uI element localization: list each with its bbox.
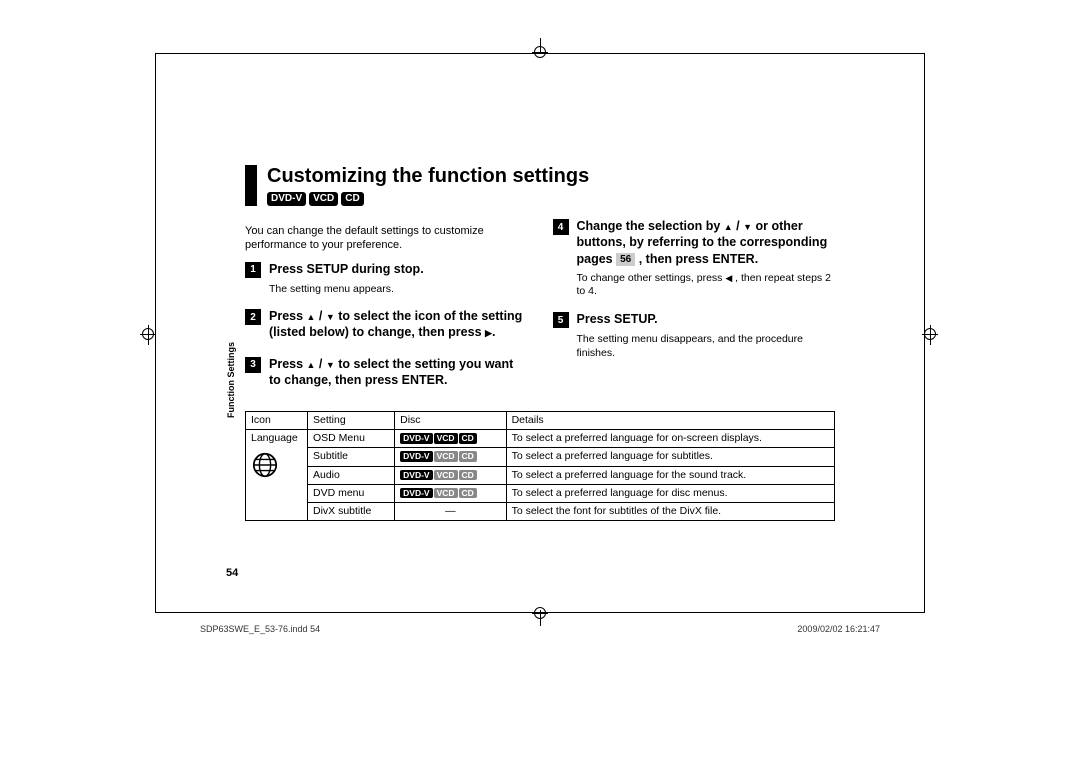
page-title: Customizing the function settings (267, 165, 835, 188)
badge-dvdv: DVD-V (400, 433, 432, 443)
details-cell: To select a preferred language for disc … (506, 484, 834, 502)
side-tab-label: Function Settings (226, 342, 236, 418)
step-1: 1 Press SETUP during stop. (245, 261, 528, 278)
badge-vcd: VCD (309, 192, 338, 206)
left-column: You can change the default settings to c… (245, 212, 528, 393)
title-bar: Customizing the function settings DVD-V … (245, 165, 835, 206)
step-text: Change the selection by ▲ / ▼ or other b… (577, 218, 836, 267)
globe-icon (251, 451, 279, 479)
badge-vcd-muted: VCD (434, 488, 458, 498)
details-cell: To select a preferred language for subti… (506, 448, 834, 466)
page-content: Customizing the function settings DVD-V … (245, 165, 835, 521)
disc-cell: DVD-VVCDCD (395, 484, 506, 502)
step-5: 5 Press SETUP. (553, 311, 836, 328)
step-number-icon: 5 (553, 312, 569, 328)
badge-dvdv: DVD-V (400, 451, 432, 461)
disc-cell: DVD-VVCDCD (395, 448, 506, 466)
registration-mark (534, 46, 546, 58)
table-header-row: Icon Setting Disc Details (246, 412, 835, 430)
footer-filename: SDP63SWE_E_53-76.indd 54 (200, 624, 320, 634)
right-triangle-icon: ▶ (485, 328, 492, 338)
step-number-icon: 4 (553, 219, 569, 235)
settings-table: Icon Setting Disc Details Language OSD M… (245, 411, 835, 521)
badge-cd: CD (341, 192, 363, 206)
badge-vcd-muted: VCD (434, 451, 458, 461)
step-3: 3 Press ▲ / ▼ to select the setting you … (245, 356, 528, 389)
badge-cd: CD (459, 433, 477, 443)
details-cell: To select the font for subtitles of the … (506, 502, 834, 520)
badge-cd-muted: CD (459, 470, 477, 480)
th-icon: Icon (246, 412, 308, 430)
group-label: Language (251, 432, 298, 444)
step-text: Press SETUP during stop. (269, 261, 424, 278)
disc-cell-dash: — (395, 502, 506, 520)
setting-cell: OSD Menu (308, 430, 395, 448)
registration-mark (534, 607, 546, 619)
step-2: 2 Press ▲ / ▼ to select the icon of the … (245, 308, 528, 341)
down-triangle-icon: ▼ (326, 312, 335, 322)
setting-cell: Audio (308, 466, 395, 484)
setting-cell: Subtitle (308, 448, 395, 466)
table-row: DivX subtitle — To select the font for s… (246, 502, 835, 520)
badge-vcd: VCD (434, 433, 458, 443)
badge-cd-muted: CD (459, 451, 477, 461)
icon-cell: Language (246, 430, 308, 521)
setting-cell: DivX subtitle (308, 502, 395, 520)
badge-vcd-muted: VCD (434, 470, 458, 480)
footer-timestamp: 2009/02/02 16:21:47 (797, 624, 880, 634)
step-text: Press ▲ / ▼ to select the setting you wa… (269, 356, 528, 389)
right-column: 4 Change the selection by ▲ / ▼ or other… (553, 212, 836, 393)
down-triangle-icon: ▼ (326, 360, 335, 370)
step-text: Press SETUP. (577, 311, 658, 328)
intro-text: You can change the default settings to c… (245, 224, 528, 253)
details-cell: To select a preferred language for on-sc… (506, 430, 834, 448)
disc-cell: DVD-VVCDCD (395, 430, 506, 448)
setting-cell: DVD menu (308, 484, 395, 502)
disc-cell: DVD-VVCDCD (395, 466, 506, 484)
table-row: Subtitle DVD-VVCDCD To select a preferre… (246, 448, 835, 466)
up-triangle-icon: ▲ (724, 222, 733, 232)
step-text: Press ▲ / ▼ to select the icon of the se… (269, 308, 528, 341)
table-row: DVD menu DVD-VVCDCD To select a preferre… (246, 484, 835, 502)
step-number-icon: 1 (245, 262, 261, 278)
page-number: 54 (226, 567, 238, 579)
th-details: Details (506, 412, 834, 430)
registration-mark (140, 334, 156, 335)
th-disc: Disc (395, 412, 506, 430)
badge-dvdv: DVD-V (400, 470, 432, 480)
badge-dvdv: DVD-V (267, 192, 306, 206)
details-cell: To select a preferred language for the s… (506, 466, 834, 484)
disc-format-badges: DVD-V VCD CD (267, 192, 835, 206)
table-row: Audio DVD-VVCDCD To select a preferred l… (246, 466, 835, 484)
page-footer: SDP63SWE_E_53-76.indd 54 2009/02/02 16:2… (200, 624, 880, 634)
step-number-icon: 2 (245, 309, 261, 325)
table-row: Language OSD Menu DVD-VVCDCD To select a… (246, 430, 835, 448)
registration-mark (922, 334, 938, 335)
step-number-icon: 3 (245, 357, 261, 373)
step-subtext: The setting menu disappears, and the pro… (577, 333, 836, 360)
page-reference-badge: 56 (616, 253, 635, 266)
th-setting: Setting (308, 412, 395, 430)
badge-cd-muted: CD (459, 488, 477, 498)
down-triangle-icon: ▼ (743, 222, 752, 232)
step-subtext: To change other settings, press ◀ , then… (577, 272, 836, 299)
badge-dvdv: DVD-V (400, 488, 432, 498)
step-4: 4 Change the selection by ▲ / ▼ or other… (553, 218, 836, 267)
step-subtext: The setting menu appears. (269, 283, 528, 297)
